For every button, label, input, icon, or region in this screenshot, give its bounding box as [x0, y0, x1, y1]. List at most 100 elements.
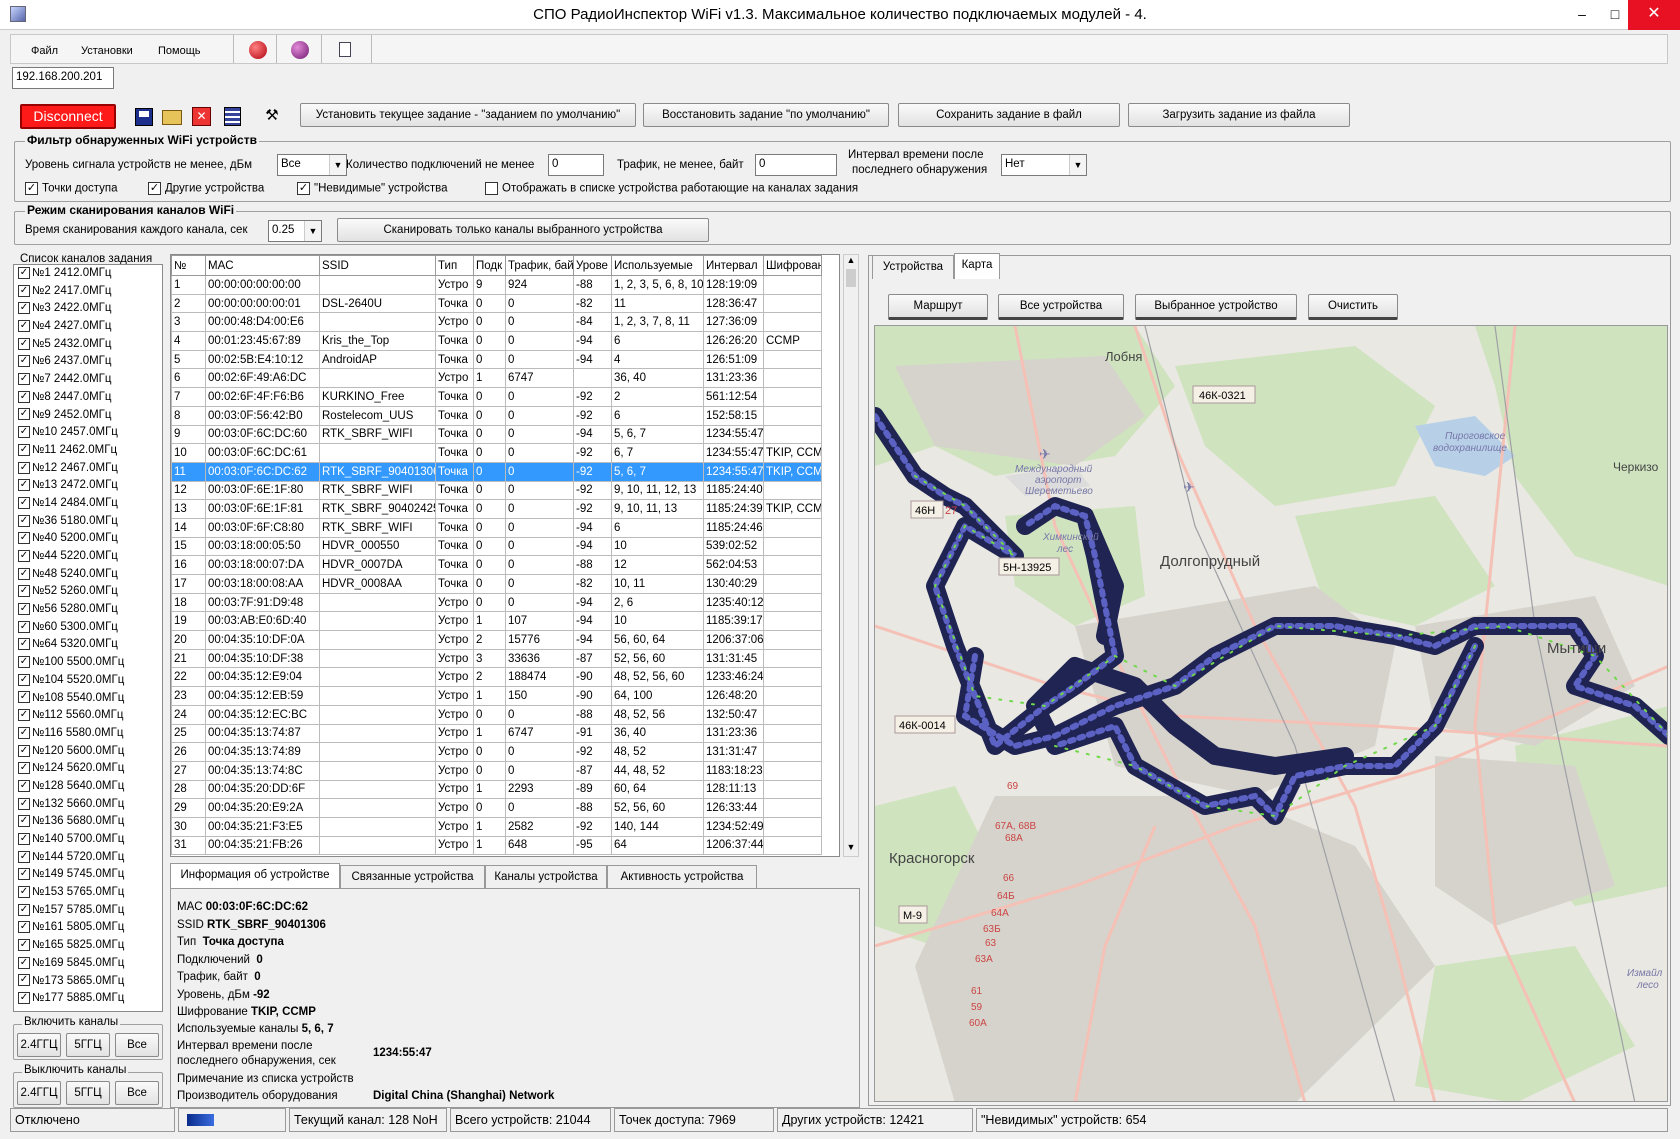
ip-address-field[interactable]: 192.168.200.201 — [12, 67, 114, 89]
table-row[interactable]: 7 00:02:6F:4F:F6:B6 KURKINO_Free Точка 0 0 -92… — [171, 387, 822, 407]
channel-item[interactable]: ✓ №5 2432.0МГц — [14, 336, 162, 354]
channel-item[interactable]: ✓ №4 2427.0МГц — [14, 318, 162, 336]
table-row[interactable]: 19 00:03:AB:E0:6D:40 Устро 1 107 -94 10 1185:39… — [171, 611, 822, 632]
menu-help[interactable]: Помощь — [158, 45, 201, 57]
column-header[interactable]: MAC — [205, 255, 320, 276]
channel-item[interactable]: ✓ №56 5280.0МГц — [14, 601, 162, 619]
table-row[interactable]: 26 00:04:35:13:74:89 Устро 0 0 -92 48, 52 131:3… — [171, 742, 822, 762]
table-row[interactable]: 30 00:04:35:21:F3:E5 Устро 1 2582 -92 140, 144… — [171, 816, 822, 837]
delete-icon[interactable]: ✕ — [192, 107, 211, 126]
table-scrollbar[interactable]: ▲ ▼ — [843, 254, 859, 857]
channel-item[interactable]: ✓ №169 5845.0МГц — [14, 955, 162, 973]
check-icon[interactable]: ✓ — [18, 426, 30, 439]
check-icon[interactable]: ✓ — [18, 479, 30, 492]
channel-item[interactable]: ✓ №116 5580.0МГц — [14, 725, 162, 743]
interval-select[interactable]: Нет ▼ — [1001, 154, 1087, 176]
record-icon[interactable] — [249, 41, 267, 59]
check-icon[interactable]: ✓ — [18, 868, 30, 881]
check-icon[interactable]: ✓ — [18, 638, 30, 651]
scroll-thumb[interactable] — [846, 269, 856, 287]
check-icon[interactable]: ✓ — [18, 903, 30, 916]
channel-item[interactable]: ✓ №13 2472.0МГц — [14, 477, 162, 495]
channel-item[interactable]: ✓ №9 2452.0МГц — [14, 407, 162, 425]
column-header[interactable]: Трафик, байт — [505, 255, 574, 276]
document-icon[interactable] — [339, 42, 351, 57]
tab-device-channels[interactable]: Каналы устройства — [485, 865, 607, 889]
table-row[interactable]: 20 00:04:35:10:DF:0A Устро 2 15776 -94 56, 60,… — [171, 630, 822, 650]
check-icon[interactable]: ✓ — [18, 302, 30, 315]
tab-device-info[interactable]: Информация об устройстве — [170, 863, 340, 889]
table-row[interactable]: 29 00:04:35:20:E9:2A Устро 0 0 -88 52, 56, 60 1… — [171, 798, 822, 818]
other-devices-checkbox[interactable]: ✓ Другие устройства — [148, 182, 264, 195]
set-default-task-button[interactable]: Установить текущее задание - "заданием п… — [300, 103, 636, 127]
channel-item[interactable]: ✓ №8 2447.0МГц — [14, 389, 162, 407]
list-icon[interactable] — [224, 107, 241, 126]
sphere-icon[interactable] — [291, 41, 309, 59]
check-icon[interactable]: ✓ — [18, 797, 30, 810]
column-header[interactable]: Подк — [473, 255, 506, 276]
check-icon[interactable]: ✓ — [18, 886, 30, 899]
channel-item[interactable]: ✓ №44 5220.0МГц — [14, 548, 162, 566]
table-row[interactable]: 24 00:04:35:12:EC:BC Устро 0 0 -88 48, 52, 56 1… — [171, 704, 822, 725]
table-row[interactable]: 11 00:03:0F:6C:DC:62 RTK_SBRF_90401306 Точк… — [171, 461, 822, 482]
check-icon[interactable]: ✓ — [18, 939, 30, 952]
check-icon[interactable]: ✓ — [18, 567, 30, 580]
channel-item[interactable]: ✓ №36 5180.0МГц — [14, 513, 162, 531]
menu-file[interactable]: Файл — [31, 45, 58, 57]
channel-item[interactable]: ✓ №132 5660.0МГц — [14, 796, 162, 814]
check-icon[interactable]: ✓ — [18, 390, 30, 403]
check-icon[interactable]: ✓ — [18, 974, 30, 987]
table-row[interactable]: 10 00:03:0F:6C:DC:61 Точка 0 0 -92 6, 7 1234:55… — [171, 443, 822, 463]
table-row[interactable]: 18 00:03:7F:91:D9:48 Устро 0 0 -94 2, 6 1235:40… — [171, 592, 822, 613]
connections-field[interactable]: 0 — [548, 154, 604, 176]
check-icon[interactable]: ✓ — [18, 815, 30, 828]
table-row[interactable]: 27 00:04:35:13:74:8C Устро 0 0 -87 44, 48, 52 1… — [171, 760, 822, 781]
table-row[interactable]: 8 00:03:0F:56:42:B0 Rostelecom_UUS Точка 0 0-… — [171, 405, 822, 426]
table-row[interactable]: 6 00:02:6F:49:A6:DC Устро 1 6747 36, 40 131:23… — [171, 368, 822, 389]
table-row[interactable]: 14 00:03:0F:6F:C8:80 RTK_SBRF_WIFI Точка 0 0-… — [171, 517, 822, 538]
table-row[interactable]: 4 00:01:23:45:67:89 Kris_the_Top Точка 0 0 -94… — [171, 331, 822, 351]
enable-24ghz-button[interactable]: 2.4ГГЦ — [17, 1033, 61, 1057]
route-button[interactable]: Маршрут — [888, 294, 988, 320]
column-header[interactable]: Интервал — [703, 255, 764, 276]
table-row[interactable]: 17 00:03:18:00:08:AA HDVR_0008AA Точка 0 0 -82… — [171, 574, 822, 594]
channel-item[interactable]: ✓ №60 5300.0МГц — [14, 619, 162, 637]
enable-all-button[interactable]: Все — [115, 1033, 159, 1057]
channel-item[interactable]: ✓ №153 5765.0МГц — [14, 884, 162, 902]
channel-item[interactable]: ✓ №136 5680.0МГц — [14, 813, 162, 831]
channel-item[interactable]: ✓ №108 5540.0МГц — [14, 690, 162, 708]
table-row[interactable]: 2 00:00:00:00:00:01 DSL-2640U Точка 0 0 -82 11 1… — [171, 293, 822, 314]
check-icon[interactable]: ✓ — [18, 992, 30, 1005]
check-icon[interactable]: ✓ — [18, 656, 30, 669]
channel-item[interactable]: ✓ №157 5785.0МГц — [14, 902, 162, 920]
disable-5ghz-button[interactable]: 5ГГЦ — [66, 1081, 110, 1105]
channel-item[interactable]: ✓ №120 5600.0МГц — [14, 743, 162, 761]
disable-all-button[interactable]: Все — [115, 1081, 159, 1105]
column-header[interactable]: Урове — [573, 255, 612, 276]
check-icon[interactable]: ✓ — [18, 709, 30, 722]
channel-item[interactable]: ✓ №165 5825.0МГц — [14, 937, 162, 955]
tab-related-devices[interactable]: Связанные устройства — [340, 865, 485, 889]
table-row[interactable]: 5 00:02:5B:E4:10:12 AndroidAP Точка 0 0 -94 4 12… — [171, 349, 822, 370]
table-row[interactable]: 28 00:04:35:20:DD:6F Устро 1 2293 -89 60, 64 12… — [171, 779, 822, 800]
access-points-checkbox[interactable]: ✓ Точки доступа — [25, 182, 118, 195]
check-icon[interactable]: ✓ — [18, 691, 30, 704]
clear-map-button[interactable]: Очистить — [1308, 294, 1398, 320]
check-icon[interactable]: ✓ — [18, 532, 30, 545]
check-icon[interactable]: ✓ — [18, 284, 30, 297]
channel-item[interactable]: ✓ №11 2462.0МГц — [14, 442, 162, 460]
check-icon[interactable]: ✓ — [18, 779, 30, 792]
save-task-file-button[interactable]: Сохранить задание в файл — [898, 103, 1120, 127]
channel-item[interactable]: ✓ №3 2422.0МГц — [14, 300, 162, 318]
check-icon[interactable]: ✓ — [18, 320, 30, 333]
table-row[interactable]: 22 00:04:35:12:E9:04 Устро 2 188474 -90 48, 52… — [171, 667, 822, 688]
map-canvas[interactable]: 46К-0321 46Н 27 5Н-13925 46К-0014 М-9 69… — [875, 326, 1668, 1102]
check-icon[interactable]: ✓ — [18, 443, 30, 456]
channel-item[interactable]: ✓ №177 5885.0МГц — [14, 990, 162, 1008]
restore-default-task-button[interactable]: Восстановить задание "по умолчанию" — [643, 103, 889, 127]
table-row[interactable]: 9 00:03:0F:6C:DC:60 RTK_SBRF_WIFI Точка 0 0 -9… — [171, 424, 822, 445]
channel-item[interactable]: ✓ №64 5320.0МГц — [14, 636, 162, 654]
load-task-file-button[interactable]: Загрузить задание из файла — [1128, 103, 1350, 127]
scroll-up-icon[interactable]: ▲ — [844, 255, 858, 269]
all-devices-button[interactable]: Все устройства — [998, 294, 1124, 320]
